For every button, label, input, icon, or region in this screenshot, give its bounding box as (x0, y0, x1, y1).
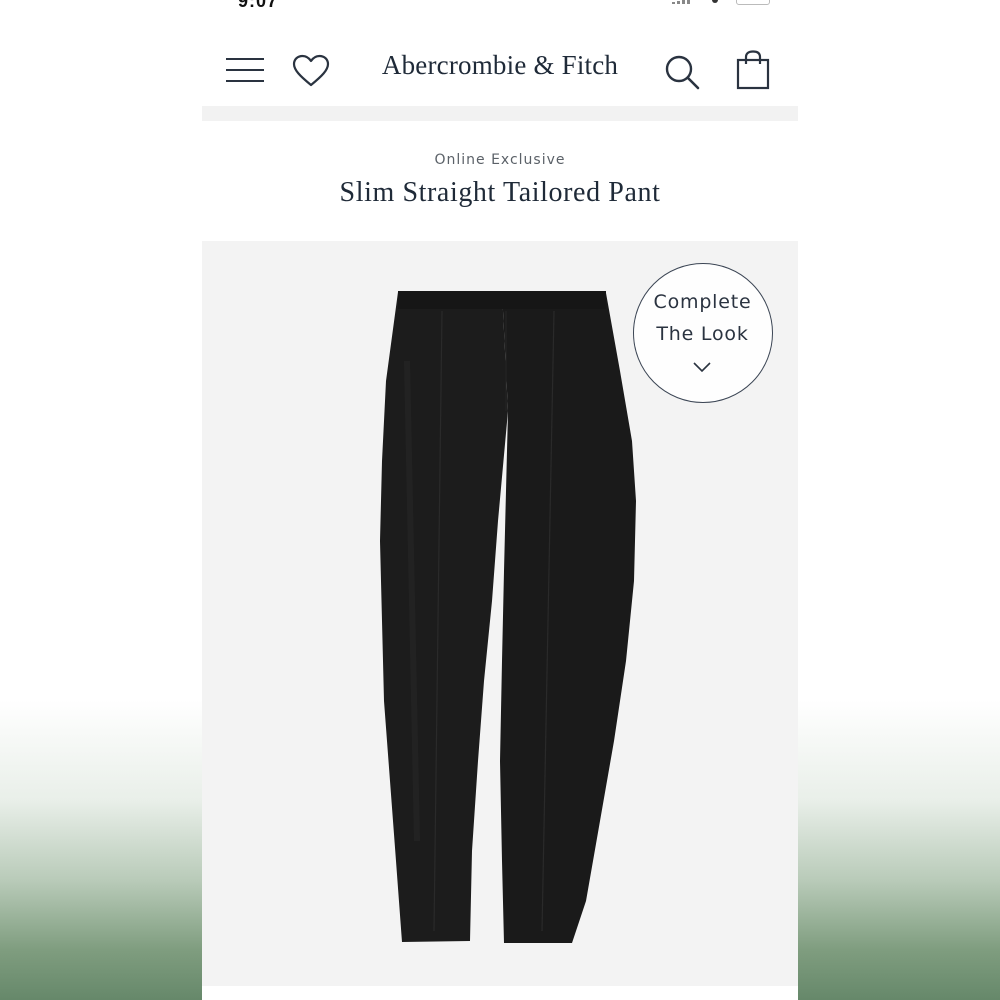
background-right (798, 0, 1000, 1000)
header-divider (202, 106, 798, 121)
status-time: 9:07 (238, 0, 279, 11)
site-header: Abercrombie & Fitch (202, 14, 798, 106)
product-image[interactable]: Complete The Look (202, 241, 798, 986)
shopping-bag-icon[interactable] (736, 50, 770, 90)
wifi-icon (712, 0, 718, 3)
heart-icon[interactable] (292, 54, 330, 88)
status-bar: 9:07 (202, 0, 798, 14)
phone-screen: 9:07 Abercrombie & Fitch Online Exclusiv… (202, 0, 798, 1000)
bottom-strip (202, 986, 798, 1000)
search-icon[interactable] (664, 54, 700, 90)
background-left (0, 0, 202, 1000)
complete-the-look-line2: The Look (656, 323, 749, 345)
hamburger-icon[interactable] (226, 58, 264, 84)
complete-the-look-line1: Complete (653, 291, 752, 313)
product-title: Slim Straight Tailored Pant (339, 177, 661, 208)
battery-icon (736, 0, 770, 5)
product-title-block: Online Exclusive Slim Straight Tailored … (202, 121, 798, 241)
brand-logo[interactable]: Abercrombie & Fitch (342, 50, 658, 81)
signal-icon (672, 0, 694, 4)
online-exclusive-label: Online Exclusive (434, 152, 566, 168)
complete-the-look-button[interactable]: Complete The Look (633, 263, 773, 403)
chevron-down-icon (693, 362, 711, 373)
